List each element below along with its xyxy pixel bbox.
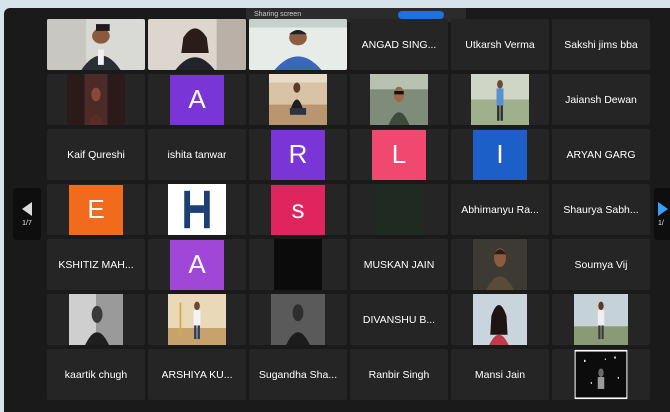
participant-tile[interactable]: Sakshi jims bba: [552, 19, 650, 70]
next-page-button[interactable]: 1/: [654, 188, 670, 240]
participant-tile[interactable]: Ranbir Singh: [350, 349, 448, 400]
participant-name: Jaiansh Dewan: [565, 93, 637, 106]
participant-tile[interactable]: E: [47, 184, 145, 235]
participant-tile[interactable]: Utkarsh Verma: [451, 19, 549, 70]
participant-video-feed: [574, 349, 628, 400]
participant-name: ishita tanwar: [167, 148, 227, 161]
participant-video-feed: [67, 74, 125, 125]
participant-tile[interactable]: DIVANSHU B...: [350, 294, 448, 345]
participant-video-feed: [274, 239, 322, 290]
page-indicator-right: 1/: [658, 219, 664, 227]
participant-name: MUSKAN JAIN: [363, 258, 435, 271]
participant-tile[interactable]: A: [148, 74, 246, 125]
participant-video-feed: [269, 74, 327, 125]
participant-tile[interactable]: A: [148, 239, 246, 290]
next-arrow-icon: [658, 201, 668, 216]
participant-video-tile[interactable]: [249, 19, 347, 70]
participant-video-feed: [249, 19, 347, 70]
participant-video-tile[interactable]: [47, 294, 145, 345]
participant-tile[interactable]: ARYAN GARG: [552, 129, 650, 180]
participant-name: Sakshi jims bba: [564, 38, 638, 51]
participant-name: ARSHIYA KU...: [161, 368, 233, 381]
participant-name: Abhimanyu Ra...: [461, 203, 539, 216]
participant-tile[interactable]: KSHITIZ MAH...: [47, 239, 145, 290]
participant-video-tile[interactable]: [552, 349, 650, 400]
participant-video-feed: [148, 19, 246, 70]
participant-tile[interactable]: Abhimanyu Ra...: [451, 184, 549, 235]
previous-page-button[interactable]: 1/7: [13, 188, 41, 240]
participant-name: Ranbir Singh: [368, 368, 430, 381]
participant-tile[interactable]: Jaiansh Dewan: [552, 74, 650, 125]
participant-video-tile[interactable]: [249, 239, 347, 290]
participant-initial-avatar: L: [372, 129, 426, 180]
participant-initial-avatar: E: [69, 184, 123, 235]
participant-initial-avatar: I: [473, 129, 527, 180]
participant-video-feed: [47, 19, 145, 70]
participant-video-feed: [168, 184, 226, 235]
participant-name: Utkarsh Verma: [465, 38, 535, 51]
participant-video-feed: [473, 239, 527, 290]
participant-video-feed: [69, 294, 123, 345]
participant-video-tile[interactable]: [148, 19, 246, 70]
participant-video-tile[interactable]: [552, 294, 650, 345]
participant-video-feed: [574, 294, 628, 345]
previous-arrow-icon: [22, 201, 32, 216]
participant-video-tile[interactable]: [249, 74, 347, 125]
participant-video-tile[interactable]: [47, 74, 145, 125]
participant-video-feed: [370, 74, 428, 125]
participant-video-tile[interactable]: [451, 294, 549, 345]
participant-tile[interactable]: ARSHIYA KU...: [148, 349, 246, 400]
participant-grid: ANGAD SING... Utkarsh Verma Sakshi jims bb…: [47, 19, 650, 400]
participant-video-feed: [271, 294, 325, 345]
participant-video-tile[interactable]: [148, 184, 246, 235]
participant-video-feed: [168, 294, 226, 345]
participant-name: Sugandha Sha...: [258, 368, 338, 381]
participant-video-tile[interactable]: [350, 184, 448, 235]
participant-name: Kaif Qureshi: [67, 148, 125, 161]
participant-tile[interactable]: I: [451, 129, 549, 180]
participant-name: KSHITIZ MAH...: [58, 258, 134, 271]
participant-video-tile[interactable]: [451, 74, 549, 125]
participant-tile[interactable]: Mansi Jain: [451, 349, 549, 400]
participant-video-tile[interactable]: [148, 294, 246, 345]
participant-video-tile[interactable]: [47, 19, 145, 70]
participant-tile[interactable]: ishita tanwar: [148, 129, 246, 180]
participant-tile[interactable]: R: [249, 129, 347, 180]
participant-video-tile[interactable]: [350, 74, 448, 125]
participant-name: Shaurya Sabh...: [563, 203, 639, 216]
participant-tile[interactable]: Kaif Qureshi: [47, 129, 145, 180]
participant-tile[interactable]: Sugandha Sha...: [249, 349, 347, 400]
participant-video-feed: [473, 294, 527, 345]
participant-tile[interactable]: MUSKAN JAIN: [350, 239, 448, 290]
participant-tile[interactable]: Soumya Vij: [552, 239, 650, 290]
participant-name: kaartik chugh: [64, 368, 128, 381]
participant-video-feed: [375, 184, 423, 235]
participant-tile[interactable]: ANGAD SING...: [350, 19, 448, 70]
participant-initial-avatar: R: [271, 129, 325, 180]
participant-tile[interactable]: kaartik chugh: [47, 349, 145, 400]
participant-initial-avatar: S: [271, 184, 325, 235]
participant-tile[interactable]: L: [350, 129, 448, 180]
participant-initial-avatar: A: [170, 74, 224, 125]
participant-name: Mansi Jain: [474, 368, 526, 381]
participant-video-tile[interactable]: [249, 294, 347, 345]
participant-name: ANGAD SING...: [361, 38, 437, 51]
participant-tile[interactable]: S: [249, 184, 347, 235]
stop-share-button[interactable]: [398, 11, 444, 19]
participant-name: ARYAN GARG: [566, 148, 636, 161]
participant-video-tile[interactable]: [451, 239, 549, 290]
participant-tile[interactable]: Shaurya Sabh...: [552, 184, 650, 235]
participant-name: Soumya Vij: [574, 258, 628, 271]
participant-video-feed: [471, 74, 529, 125]
participant-name: DIVANSHU B...: [362, 313, 436, 326]
share-bar-label: Sharing screen: [254, 11, 302, 18]
participant-initial-avatar: A: [170, 239, 224, 290]
page-indicator-left: 1/7: [22, 219, 32, 227]
